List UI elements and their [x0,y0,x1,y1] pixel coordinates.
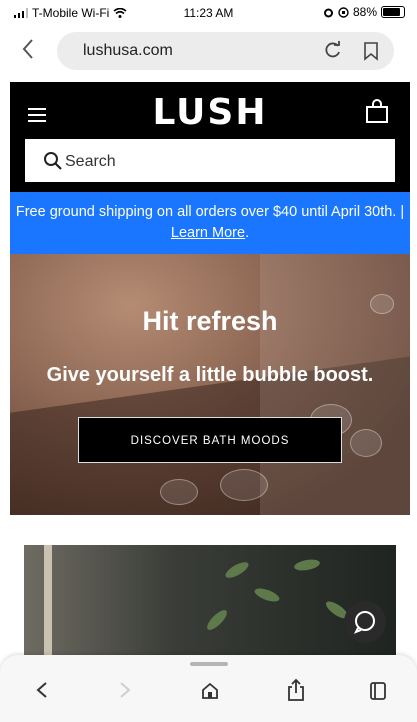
status-right: 88% [323,5,405,19]
chat-button[interactable] [344,601,386,643]
shipping-text: Free ground shipping on all orders over … [15,204,405,220]
browser-url-row: lushusa.com [0,26,417,76]
bookmark-icon[interactable] [363,41,379,61]
back-icon[interactable] [35,681,49,699]
shipping-banner: Free ground shipping on all orders over … [10,192,410,254]
product-photo[interactable] [24,545,396,665]
search-input[interactable]: Search [25,139,395,182]
status-bar: T-Mobile Wi-Fi 11:23 AM 88% [0,0,417,26]
discover-bath-moods-button[interactable]: DISCOVER BATH MOODS [78,417,342,463]
site-header: LUSH Search [10,82,410,192]
share-icon[interactable] [286,678,306,702]
url-text[interactable]: lushusa.com [83,42,173,60]
lush-logo[interactable]: LUSH [10,92,410,133]
reload-icon[interactable] [323,40,343,60]
back-chevron-icon[interactable] [22,38,34,61]
forward-icon[interactable] [118,681,132,699]
bag-icon[interactable] [364,99,390,125]
learn-more-link[interactable]: Learn More [171,225,245,241]
search-icon [44,152,62,170]
address-bar[interactable]: lushusa.com [57,32,394,70]
alarm-icon [323,8,333,17]
vase-edge [44,545,52,665]
chat-icon [353,611,375,634]
foam-bubble [220,469,268,501]
lock-rotation-icon [338,6,349,18]
photo-background [24,545,396,665]
battery-percent: 88% [352,5,377,19]
browser-toolbar [0,655,417,722]
foam-bubble [350,429,382,457]
search-placeholder: Search [65,153,116,170]
sheet-grabber[interactable] [190,662,228,666]
home-icon[interactable] [200,681,220,701]
foam-bubble [160,479,198,505]
hero-subtitle: Give yourself a little bubble boost. [46,364,374,386]
shipping-suffix: . [245,225,250,241]
hero-banner: Hit refresh Give yourself a little bubbl… [10,254,410,515]
tabs-icon[interactable] [368,681,388,701]
battery-icon [381,6,405,18]
hero-title: Hit refresh [142,306,278,336]
